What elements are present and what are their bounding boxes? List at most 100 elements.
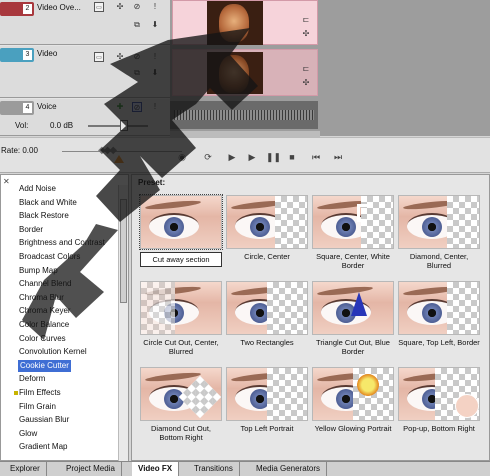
go-to-end-icon[interactable]: ⏭ [332,152,344,162]
tab-explorer[interactable]: Explorer [4,462,47,476]
video-overlay-clip[interactable]: ⊏ ✣ [172,0,318,45]
preset-label: Pop-up, Bottom Right [403,424,475,433]
video-clip[interactable]: ⊏ ✣ [172,49,318,96]
fx-list-item[interactable]: Black and White [19,197,77,209]
track-fx-icon[interactable]: ✚ [115,102,125,112]
track-fx-icon[interactable]: ✣ [115,2,125,12]
pause-icon[interactable]: ❚❚ [266,152,281,162]
track-voice[interactable]: 4 Voice ✚ ⊘ ! Vol: 0.0 dB [0,99,170,136]
fx-list-item[interactable]: Black Restore [19,210,69,222]
fx-list-item[interactable]: Deform [19,373,45,385]
track-name: Video Ove... [37,3,81,12]
compositing-icon[interactable]: ⧉ [132,20,142,30]
track-video-overlay[interactable]: 2 Video Ove... ▭ ✣ ⊘ ! ⧉ ⬇ [0,0,170,45]
track-number: 3 [23,50,32,60]
preset-label: Square, Center, White Border [316,252,390,270]
preset-thumbnail[interactable]: Circle Cut Out, Center, Blurred [140,281,222,356]
voice-audio-clip[interactable] [170,101,318,129]
fx-list-item[interactable]: Brightness and Contrast [19,237,105,249]
solo-icon[interactable]: ! [150,2,160,12]
preset-thumbnail[interactable]: Pop-up, Bottom Right [398,367,480,433]
preset-thumbnail[interactable]: Cut away section [139,194,223,267]
rate-marker-icon [114,155,124,163]
preset-title: Preset: [138,178,166,187]
preset-label: Circle, Center [244,252,290,261]
fx-list-item[interactable]: Glow [19,428,37,440]
clip-crop-icon[interactable]: ✣ [301,29,311,39]
fx-list-item[interactable]: Bump Map [19,265,58,277]
play-from-start-icon[interactable]: ▶ [226,152,238,162]
mute-icon[interactable]: ⊘ [132,2,142,12]
mute-icon[interactable]: ⊘ [132,52,142,62]
preset-thumbnail[interactable]: Circle, Center [226,195,308,261]
fx-list-item[interactable]: Gaussian Blur [19,414,69,426]
clip-crop-icon[interactable]: ✣ [301,78,311,88]
clip-fx-icon[interactable]: ⊏ [301,64,311,74]
tab-video-fx[interactable]: Video FX [132,462,180,476]
rate-slider-handle[interactable]: ◆◆◆ [98,145,117,156]
preset-thumbnail[interactable]: Two Rectangles [226,281,308,347]
track-motion-icon[interactable]: ▭ [94,52,104,62]
preset-image [312,281,394,335]
loop-icon[interactable]: ⟳ [202,152,214,162]
fx-list-item[interactable]: Film Effects [19,387,61,399]
preset-image [398,367,480,421]
volume-slider-track[interactable] [88,125,148,127]
record-icon[interactable]: ◉ [176,152,188,162]
track-color-swatch: 4 [0,101,34,115]
preset-label: Top Left Portrait [240,424,294,433]
fx-list-item[interactable]: Film Grain [19,401,56,413]
tab-media-generators[interactable]: Media Generators [250,462,328,476]
fx-list-item[interactable]: Color Balance [19,319,69,331]
fx-list-item[interactable]: Border [19,224,43,236]
preset-thumbnail[interactable]: Top Left Portrait [226,367,308,433]
down-arrow-icon[interactable]: ⬇ [150,68,160,78]
video-fx-list: ✕ Add Noise Black and White Black Restore B… [0,174,129,461]
go-to-start-icon[interactable]: ⏮ [310,152,322,162]
fx-list-item[interactable]: Chroma Blur [19,292,64,304]
mute-icon[interactable]: ⊘ [132,102,142,112]
preset-image [398,195,480,249]
preset-thumbnail[interactable]: Square, Center, White Border [312,195,394,270]
track-video[interactable]: 3 Video ▭ ✣ ⊘ ! ⧉ ⬇ [0,46,170,98]
close-icon[interactable]: ✕ [3,177,10,186]
volume-slider-thumb[interactable] [120,120,128,131]
vegas-editor-window: 2 Video Ove... ▭ ✣ ⊘ ! ⧉ ⬇ 3 Video ▭ ✣ ⊘… [0,0,490,476]
preset-thumbnail[interactable]: Diamond Cut Out, Bottom Right [140,367,222,442]
clip-fx-icon[interactable]: ⊏ [301,15,311,25]
fx-list-item[interactable]: Add Noise [19,183,56,195]
tab-transitions[interactable]: Transitions [188,462,240,476]
compositing-icon[interactable]: ⧉ [132,68,142,78]
down-arrow-icon[interactable]: ⬇ [150,20,160,30]
preset-label: Diamond, Center, Blurred [409,252,469,270]
solo-icon[interactable]: ! [150,52,160,62]
track-color-swatch: 3 [0,48,34,62]
preset-image [312,367,394,421]
play-icon[interactable]: ▶ [246,152,258,162]
timeline[interactable]: ⊏ ✣ ⊏ ✣ [170,0,490,136]
tab-project-media[interactable]: Project Media [60,462,122,476]
preset-label: Square, Top Left, Border [398,338,480,347]
fx-list-item[interactable]: Color Curves [19,333,66,345]
rate-slider-track[interactable] [62,151,182,152]
scrollbar-thumb[interactable] [120,199,127,303]
preset-thumbnail[interactable]: Yellow Glowing Portrait [312,367,394,433]
preset-image [398,281,480,335]
track-fx-icon[interactable]: ✣ [115,52,125,62]
fx-list-item[interactable]: Gradient Map [19,441,67,453]
track-motion-icon[interactable]: ▭ [94,2,104,12]
preset-thumbnail[interactable]: Triangle Cut Out, Blue Border [312,281,394,356]
preset-thumbnail[interactable]: Square, Top Left, Border [398,281,480,347]
stop-icon[interactable]: ■ [286,152,298,162]
preset-image [226,367,308,421]
preset-thumbnail[interactable]: Diamond, Center, Blurred [398,195,480,270]
fx-list-item[interactable]: Broadcast Colors [19,251,80,263]
solo-icon[interactable]: ! [150,102,160,112]
preset-image [226,195,308,249]
fx-list-item[interactable]: Chroma Keyer [19,305,71,317]
preset-label: Yellow Glowing Portrait [314,424,392,433]
fx-list-scrollbar[interactable] [118,185,128,461]
fx-list-item[interactable]: Convolution Kernel [19,346,87,358]
fx-list-item[interactable]: Cookie Cutter [17,358,72,373]
fx-list-item[interactable]: Channel Blend [19,278,71,290]
